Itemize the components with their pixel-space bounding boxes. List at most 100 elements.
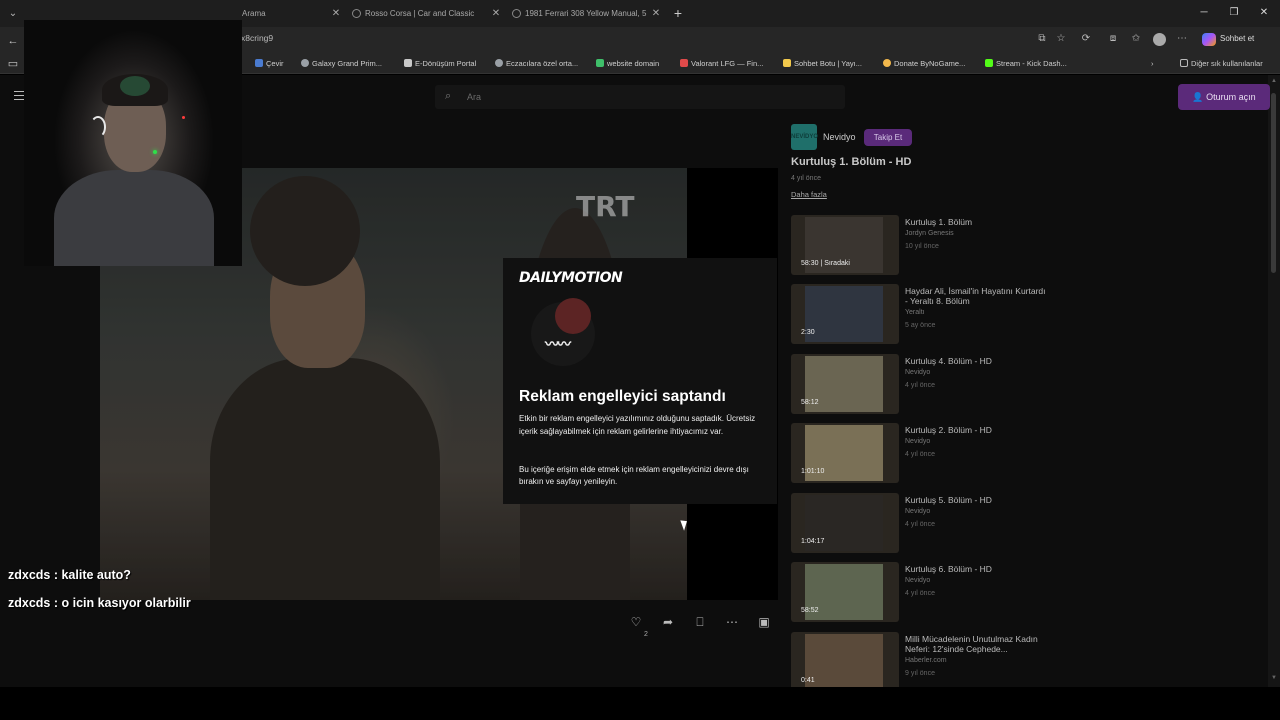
bottom-bar <box>0 687 1280 720</box>
list-item[interactable]: 1:01:10 Kurtuluş 2. Bölüm - HD Nevidyo 4… <box>791 423 1053 487</box>
tab-1[interactable]: Rosso Corsa | Car and Classic ✕ <box>352 3 502 25</box>
back-icon[interactable]: ← <box>6 34 20 48</box>
more-options-icon[interactable]: ⋯ <box>1175 32 1189 46</box>
bookmark-item[interactable]: Sohbet Botu | Yayı... <box>783 59 862 68</box>
more-icon[interactable]: ⋯ <box>722 613 742 631</box>
bookmark-icon[interactable]: ⎕ <box>690 613 710 631</box>
rec-age: 9 yıl önce <box>905 670 935 677</box>
rec-channel[interactable]: Nevidyo <box>905 508 930 515</box>
bookmark-item[interactable]: Çevir <box>255 59 284 68</box>
close-window-icon[interactable]: ✕ <box>1254 4 1274 22</box>
rec-channel[interactable]: Haberler.com <box>905 657 947 664</box>
rec-title[interactable]: Kurtuluş 4. Bölüm - HD <box>905 356 1050 366</box>
share-icon[interactable]: ➦ <box>658 613 678 631</box>
duration-badge: 2:30 <box>801 329 815 336</box>
bookmark-item[interactable]: Eczacılara özel orta... <box>495 59 578 68</box>
list-item[interactable]: 58:52 Kurtuluş 6. Bölüm - HD Nevidyo 4 y… <box>791 562 1053 626</box>
menu-icon[interactable] <box>14 91 24 101</box>
profile-avatar[interactable] <box>1153 33 1166 46</box>
login-label: Oturum açın <box>1206 92 1256 102</box>
tab-0[interactable]: Arama ✕ <box>242 3 342 25</box>
list-item[interactable]: 1:04:17 Kurtuluş 5. Bölüm - HD Nevidyo 4… <box>791 493 1053 557</box>
rec-channel[interactable]: Nevidyo <box>905 369 930 376</box>
rec-title[interactable]: Kurtuluş 6. Bölüm - HD <box>905 564 1050 574</box>
like-icon[interactable]: ♡ <box>626 613 646 631</box>
channel-name[interactable]: Nevidyo <box>823 132 856 142</box>
bookmark-item[interactable]: Donate ByNoGame... <box>883 59 965 68</box>
search-input[interactable] <box>467 89 827 105</box>
refresh-icon[interactable]: ⟳ <box>1079 32 1093 46</box>
miniplayer-icon[interactable]: ▣ <box>754 613 774 631</box>
rec-age: 4 yıl önce <box>905 382 935 389</box>
thumbnail-image <box>805 634 883 690</box>
rec-channel[interactable]: Nevidyo <box>905 577 930 584</box>
video-thumbnail[interactable]: 0:41 <box>791 632 899 692</box>
translate-icon <box>255 59 263 67</box>
tab-2[interactable]: 1981 Ferrari 308 Yellow Manual, 5 ✕ <box>512 3 662 25</box>
copilot-icon[interactable] <box>1202 33 1216 46</box>
domain-icon <box>596 59 604 67</box>
video-thumbnail[interactable]: 58:52 <box>791 562 899 622</box>
favorite-star-icon[interactable]: ☆ <box>1054 32 1068 46</box>
video-thumbnail[interactable]: 1:04:17 <box>791 493 899 553</box>
duration-badge: 58:52 <box>801 607 819 614</box>
scroll-down-icon[interactable]: ▼ <box>1270 675 1278 681</box>
follow-button[interactable]: Takip Et <box>864 129 912 146</box>
thumbnail-image <box>805 286 883 342</box>
list-item[interactable]: 58:12 Kurtuluş 4. Bölüm - HD Nevidyo 4 y… <box>791 354 1053 418</box>
rec-title[interactable]: Haydar Ali, İsmail'in Hayatını Kurtardı … <box>905 286 1050 306</box>
rec-channel[interactable]: Yeraltı <box>905 309 925 316</box>
screen-share-icon[interactable]: ⧉ <box>1035 32 1049 46</box>
bookmark-item[interactable]: E-Dönüşüm Portal <box>404 59 476 68</box>
video-thumbnail[interactable]: 58:12 <box>791 354 899 414</box>
copilot-chat-label[interactable]: Sohbet et <box>1220 34 1254 43</box>
video-thumbnail[interactable]: 58:30 | Sıradaki <box>791 215 899 275</box>
chat-message: zdxcds : o icin kasıyor olarbilir <box>8 596 191 610</box>
login-button[interactable]: 👤 Oturum açın <box>1178 84 1270 110</box>
video-thumbnail[interactable]: 2:30 <box>791 284 899 344</box>
close-icon[interactable]: ✕ <box>650 3 662 25</box>
adblock-title: Reklam engelleyici saptandı <box>519 388 726 405</box>
rec-title[interactable]: Kurtuluş 2. Bölüm - HD <box>905 425 1050 435</box>
scrollbar-thumb[interactable] <box>1271 93 1276 273</box>
adblock-graphic <box>555 298 591 334</box>
scrollbar[interactable]: ▲ ▼ <box>1268 75 1280 687</box>
rec-channel[interactable]: Nevidyo <box>905 438 930 445</box>
channel-avatar[interactable]: NEVİDYO <box>791 124 818 150</box>
bookmark-item[interactable]: Galaxy Grand Prim... <box>301 59 382 68</box>
close-icon[interactable]: ✕ <box>330 3 342 25</box>
reading-mode-icon[interactable]: ▭ <box>6 57 20 71</box>
bot-icon <box>783 59 791 67</box>
video-thumbnail[interactable]: 1:01:10 <box>791 423 899 483</box>
list-item[interactable]: 2:30 Haydar Ali, İsmail'in Hayatını Kurt… <box>791 284 1053 348</box>
extensions-icon[interactable]: ⧈ <box>1106 32 1120 46</box>
folder-icon <box>1180 59 1188 67</box>
search-box[interactable]: ⌕ <box>435 85 845 109</box>
rec-title[interactable]: Kurtuluş 5. Bölüm - HD <box>905 495 1050 505</box>
bookmark-item[interactable]: website domain <box>596 59 659 68</box>
close-icon[interactable]: ✕ <box>490 3 502 25</box>
globe-icon <box>301 59 309 67</box>
scroll-up-icon[interactable]: ▲ <box>1270 78 1278 84</box>
list-item[interactable]: 58:30 | Sıradaki Kurtuluş 1. Bölüm Jordy… <box>791 215 1053 279</box>
bookmark-item[interactable]: Valorant LFG — Fin... <box>680 59 763 68</box>
chat-message: zdxcds : kalite auto? <box>8 568 131 582</box>
new-tab-button[interactable]: + <box>670 3 686 23</box>
tab-list-button[interactable]: ⌄ <box>4 5 22 22</box>
webcam-overlay <box>24 20 242 266</box>
valorant-icon <box>680 59 688 67</box>
site-favicon-icon <box>352 9 361 19</box>
adblock-instructions: Bu içeriğe erişim elde etmek için reklam… <box>519 465 749 486</box>
rec-title[interactable]: Kurtuluş 1. Bölüm <box>905 217 1050 227</box>
restore-icon[interactable]: ❐ <box>1224 4 1244 22</box>
document-icon <box>404 59 412 67</box>
more-link[interactable]: Daha fazla <box>791 190 827 199</box>
bookmarks-overflow-icon[interactable]: › <box>1151 59 1154 68</box>
address-bar[interactable]: x8cring9 <box>241 33 273 43</box>
rec-title[interactable]: Milli Mücadelenin Unutulmaz Kadın Neferi… <box>905 634 1050 654</box>
favorites-icon[interactable]: ✩ <box>1129 32 1143 46</box>
bookmark-item[interactable]: Stream - Kick Dash... <box>985 59 1067 68</box>
rec-channel[interactable]: Jordyn Genesis <box>905 230 954 237</box>
minimize-icon[interactable]: ─ <box>1194 4 1214 22</box>
other-bookmarks[interactable]: Diğer sık kullanılanlar <box>1180 59 1263 68</box>
